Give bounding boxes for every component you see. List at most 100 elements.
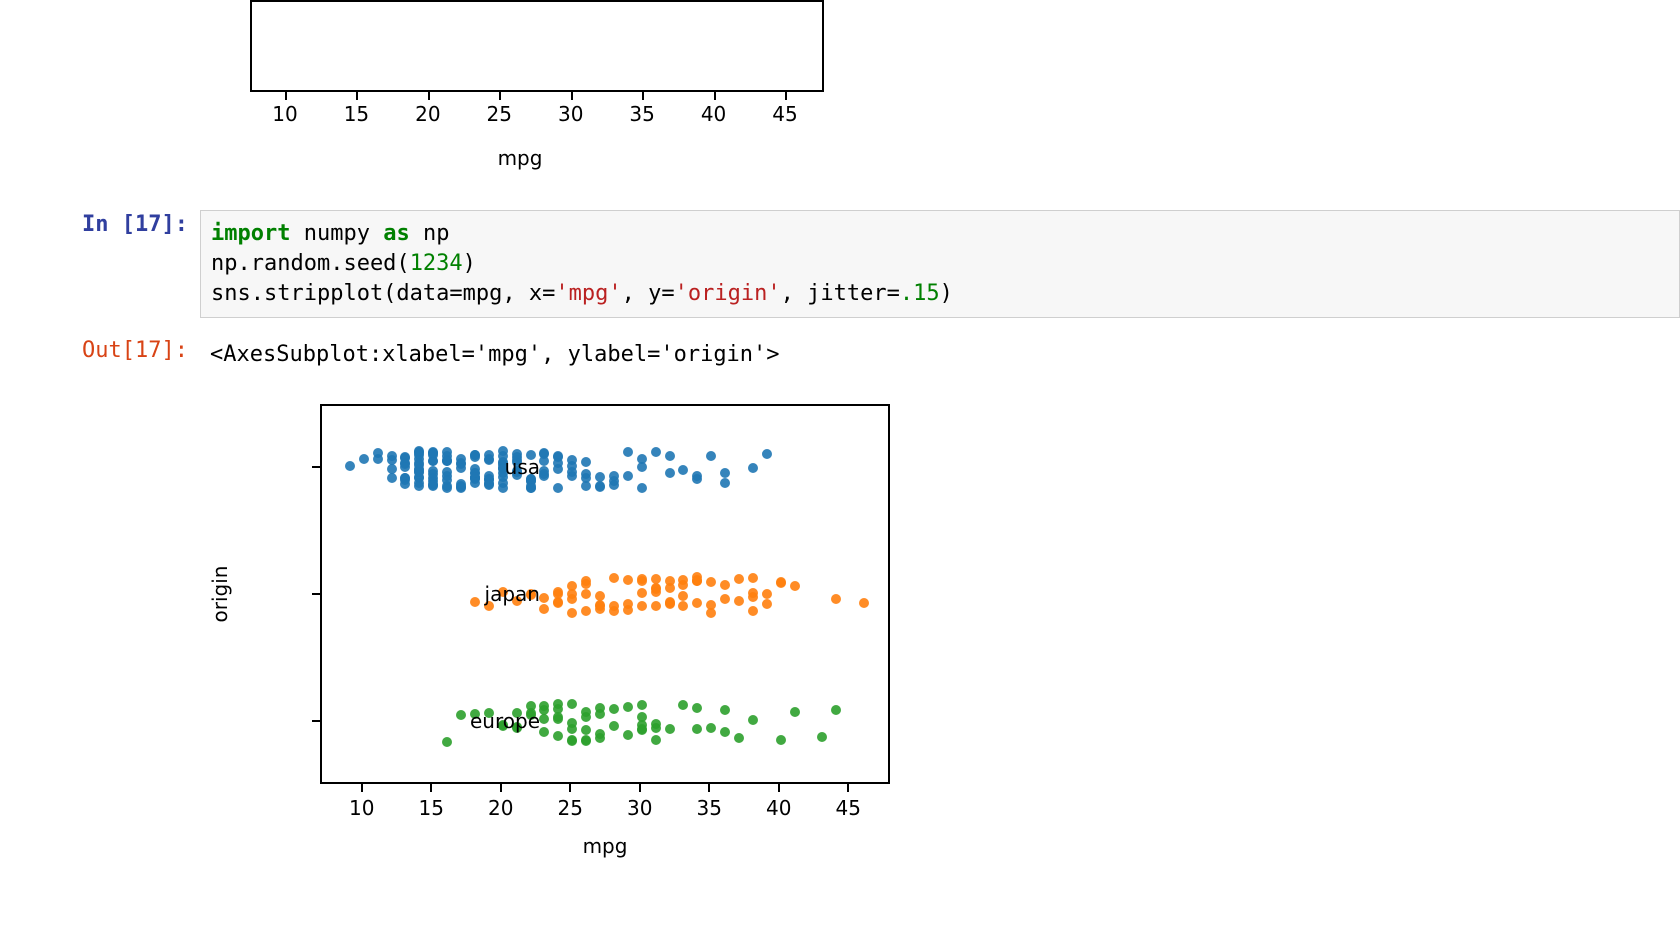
data-point: [692, 703, 702, 713]
data-point: [623, 575, 633, 585]
x-tick: [571, 92, 573, 100]
data-point: [651, 735, 661, 745]
data-point: [817, 732, 827, 742]
data-point: [567, 471, 577, 481]
data-point: [665, 598, 675, 608]
data-point: [595, 604, 605, 614]
data-point: [706, 451, 716, 461]
data-point: [706, 723, 716, 733]
data-point: [414, 481, 424, 491]
data-point: [539, 593, 549, 603]
code-input-area[interactable]: import numpy as np np.random.seed(1234) …: [200, 210, 1680, 318]
data-point: [651, 601, 661, 611]
x-tick: [569, 784, 571, 792]
data-point: [706, 577, 716, 587]
data-point: [637, 462, 647, 472]
data-point: [373, 448, 383, 458]
data-point: [581, 457, 591, 467]
data-point: [567, 581, 577, 591]
data-point: [720, 478, 730, 488]
data-point: [623, 447, 633, 457]
data-point: [665, 724, 675, 734]
data-point: [400, 479, 410, 489]
data-point: [442, 447, 452, 457]
data-point: [692, 576, 702, 586]
data-point: [567, 608, 577, 618]
data-point: [776, 735, 786, 745]
data-point: [637, 700, 647, 710]
x-tick: [285, 92, 287, 100]
data-point: [748, 463, 758, 473]
x-tick-label: 35: [697, 796, 722, 820]
data-point: [387, 473, 397, 483]
data-point: [553, 464, 563, 474]
x-tick: [430, 784, 432, 792]
data-point: [790, 581, 800, 591]
data-point: [637, 712, 647, 722]
data-point: [692, 598, 702, 608]
data-point: [470, 468, 480, 478]
data-point: [581, 469, 591, 479]
data-point: [470, 450, 480, 460]
x-tick-label: 45: [772, 102, 797, 126]
data-point: [665, 583, 675, 593]
x-tick-label: 20: [488, 796, 513, 820]
data-point: [831, 594, 841, 604]
code-cell-in: In [17]: import numpy as np np.random.se…: [0, 210, 1680, 318]
data-point: [595, 481, 605, 491]
data-point: [345, 461, 355, 471]
y-tick-label: usa: [505, 455, 540, 479]
data-point: [623, 730, 633, 740]
data-point: [748, 606, 758, 616]
data-point: [609, 471, 619, 481]
x-tick: [778, 784, 780, 792]
data-point: [456, 479, 466, 489]
in-prompt: In [17]:: [0, 210, 200, 318]
x-tick-label: 30: [627, 796, 652, 820]
x-tick-label: 30: [558, 102, 583, 126]
data-point: [762, 449, 772, 459]
data-point: [387, 455, 397, 465]
x-tick: [642, 92, 644, 100]
data-point: [651, 447, 661, 457]
chart-frame: [250, 0, 824, 92]
data-point: [734, 574, 744, 584]
data-point: [442, 456, 452, 466]
plot-area: [320, 404, 890, 784]
data-point: [609, 573, 619, 583]
data-point: [442, 481, 452, 491]
data-point: [581, 725, 591, 735]
x-axis-ticks: 1015202530354045: [250, 92, 820, 142]
data-point: [539, 727, 549, 737]
data-point: [623, 599, 633, 609]
data-point: [678, 575, 688, 585]
y-axis-label: origin: [208, 566, 232, 623]
x-tick-label: 45: [836, 796, 861, 820]
data-point: [428, 448, 438, 458]
data-point: [692, 474, 702, 484]
x-tick: [785, 92, 787, 100]
x-tick-label: 25: [558, 796, 583, 820]
data-point: [609, 601, 619, 611]
data-point: [720, 580, 730, 590]
data-point: [678, 591, 688, 601]
data-point: [692, 724, 702, 734]
out-prompt: Out[17]:: [0, 336, 200, 374]
data-point: [414, 446, 424, 456]
data-point: [498, 483, 508, 493]
x-axis-label: mpg: [220, 146, 820, 170]
data-point: [734, 596, 744, 606]
x-tick-label: 10: [272, 102, 297, 126]
data-point: [553, 589, 563, 599]
data-point: [553, 699, 563, 709]
data-point: [567, 455, 577, 465]
data-point: [539, 604, 549, 614]
data-point: [748, 715, 758, 725]
data-point: [776, 577, 786, 587]
data-point: [748, 573, 758, 583]
y-tick: [312, 466, 320, 468]
data-point: [539, 701, 549, 711]
data-point: [595, 703, 605, 713]
x-tick-label: 25: [487, 102, 512, 126]
data-point: [748, 588, 758, 598]
